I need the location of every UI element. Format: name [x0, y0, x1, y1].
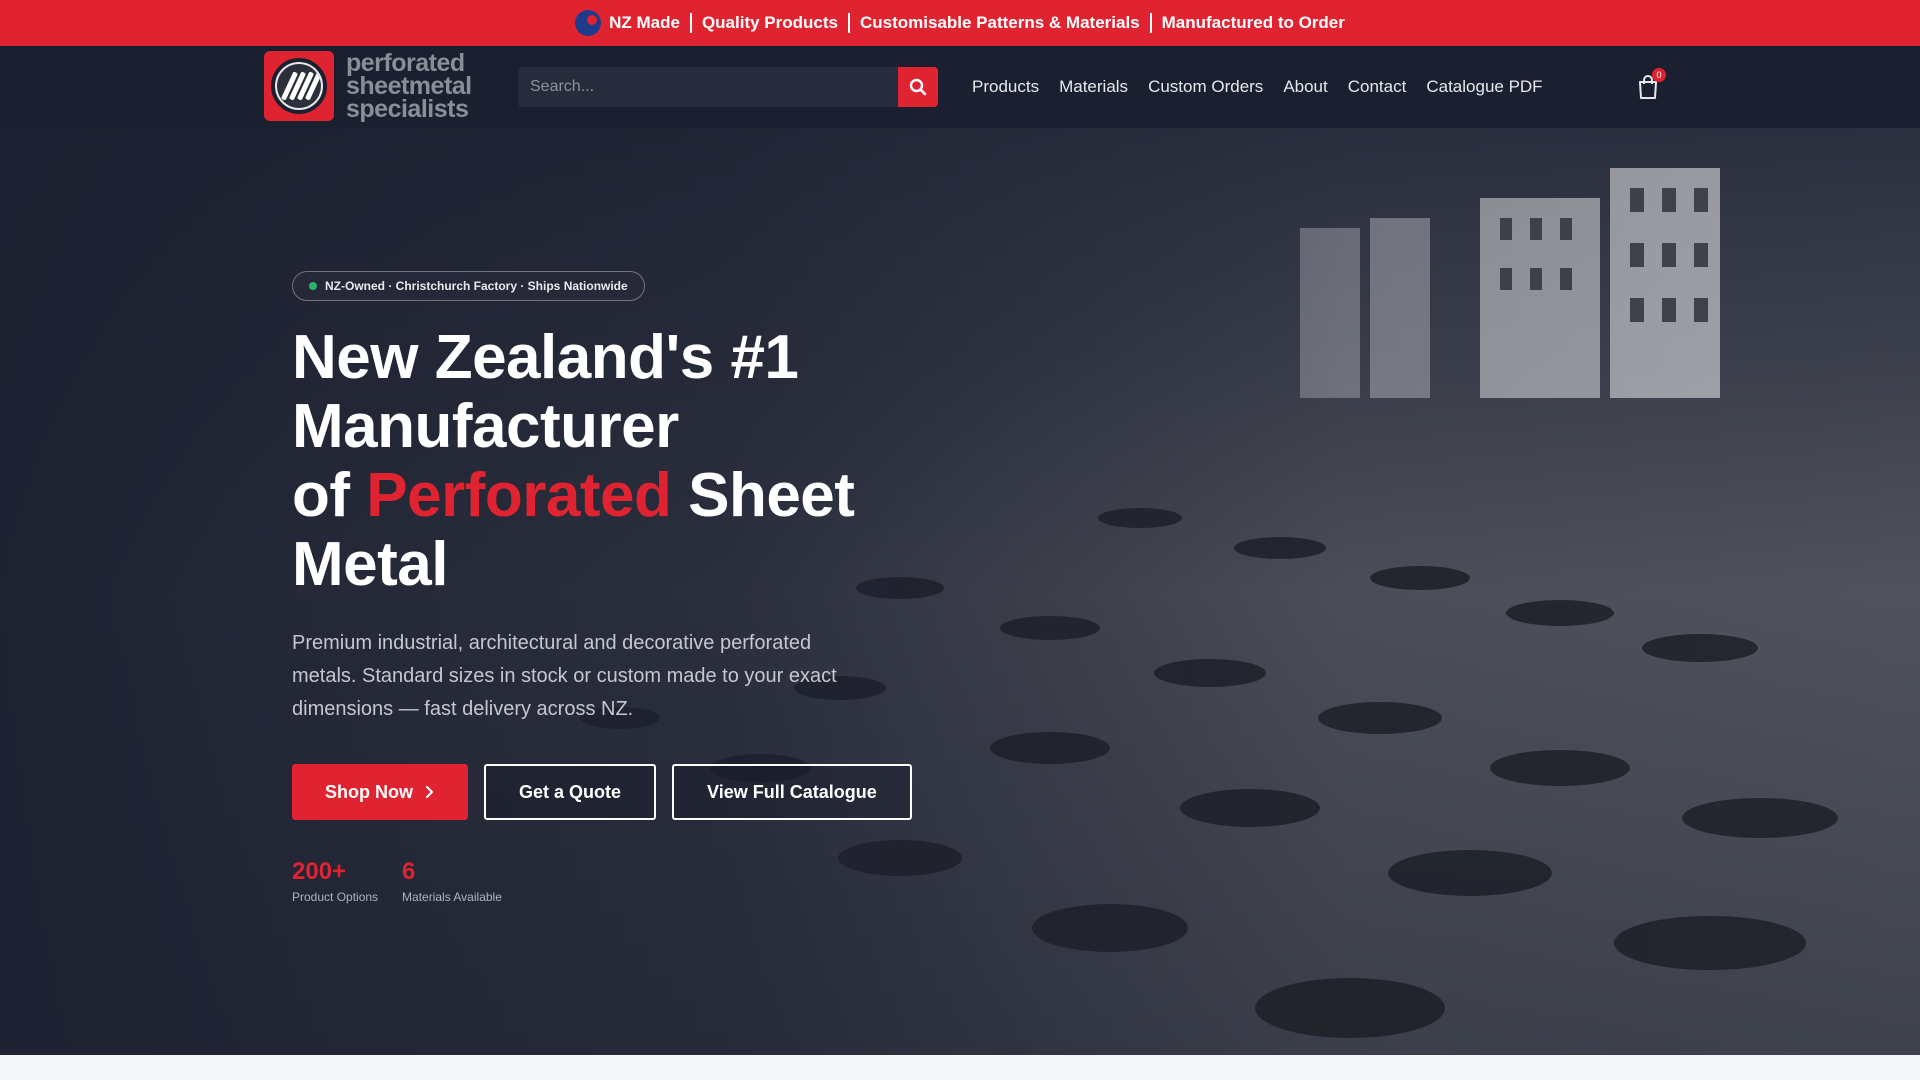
nav-products[interactable]: Products — [972, 77, 1039, 97]
chevron-right-icon — [426, 786, 433, 798]
divider — [1149, 13, 1152, 33]
logo-mark-icon — [264, 51, 334, 121]
stat-product-options: 200+ Product Options — [292, 858, 378, 904]
divider — [847, 13, 850, 33]
next-section-edge — [0, 1055, 1920, 1080]
cart-button[interactable]: 0 — [1636, 68, 1666, 100]
stat-value: 200+ — [292, 858, 347, 885]
hero-title-accent: Perforated — [366, 461, 672, 530]
site-logo[interactable]: perforated sheetmetal specialists — [264, 48, 472, 123]
hero-cta-group: Shop Now Get a Quote View Full Catalogue — [292, 764, 992, 820]
stat-label: Product Options — [292, 890, 379, 904]
hero-title: New Zealand's #1 Manufacturer of Perfora… — [292, 323, 855, 599]
get-quote-button[interactable]: Get a Quote — [484, 764, 657, 820]
view-catalogue-button[interactable]: View Full Catalogue — [672, 764, 912, 820]
announcement-item: Quality Products — [701, 13, 838, 32]
search-bar — [518, 67, 938, 107]
hero-content: NZ-Owned · Christchurch Factory · Ships … — [292, 271, 992, 904]
nav-catalogue-pdf[interactable]: Catalogue PDF — [1426, 77, 1542, 97]
location-pill-text: NZ-Owned · Christchurch Factory · Ships … — [325, 279, 628, 293]
nav-custom-orders[interactable]: Custom Orders — [1148, 77, 1263, 97]
stat-materials: 6 Materials Available — [402, 858, 502, 904]
main-nav: Products Materials Custom Orders About C… — [972, 46, 1543, 128]
location-pill: NZ-Owned · Christchurch Factory · Ships … — [292, 271, 645, 301]
divider — [689, 13, 692, 33]
logo-wordmark: perforated sheetmetal specialists — [346, 48, 472, 123]
nav-about[interactable]: About — [1283, 77, 1327, 97]
hero-stats: 200+ Product Options 6 Materials Availab… — [292, 858, 992, 904]
announcement-item: Customisable Patterns & Materials — [859, 13, 1140, 32]
search-icon — [909, 78, 927, 96]
search-input[interactable] — [518, 67, 898, 107]
cart-count-badge: 0 — [1652, 68, 1666, 82]
hero-description: Premium industrial, architectural and de… — [292, 632, 837, 720]
announcement-bar: NZ Made Quality Products Customisable Pa… — [0, 0, 1920, 46]
hero-section: NZ-Owned · Christchurch Factory · Ships … — [0, 128, 1920, 1055]
nav-contact[interactable]: Contact — [1348, 77, 1407, 97]
status-dot-icon — [309, 282, 317, 290]
stat-value: 6 — [402, 858, 416, 885]
site-header: perforated sheetmetal specialists Produc… — [0, 46, 1920, 128]
nz-made-badge-icon — [575, 10, 602, 36]
search-button[interactable] — [898, 67, 938, 107]
announcement-item: NZ Made — [609, 13, 680, 32]
shop-now-button[interactable]: Shop Now — [292, 764, 468, 820]
stat-label: Materials Available — [402, 890, 502, 904]
announcement-item: Manufactured to Order — [1161, 13, 1345, 32]
nav-materials[interactable]: Materials — [1059, 77, 1128, 97]
